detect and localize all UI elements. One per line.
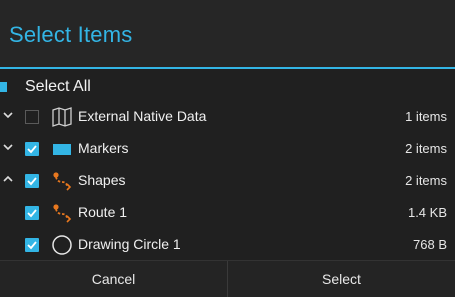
check-icon bbox=[27, 145, 37, 154]
list-item-drawing-circle-1[interactable]: Drawing Circle 1 768 B bbox=[0, 229, 455, 261]
select-all-label: Select All bbox=[25, 78, 91, 95]
item-checkbox[interactable] bbox=[25, 142, 39, 156]
select-items-dialog: Select Items Select All External Native … bbox=[0, 0, 455, 297]
chevron-down-icon[interactable] bbox=[3, 110, 13, 120]
item-size: 1.4 KB bbox=[407, 205, 447, 220]
item-checkbox[interactable] bbox=[25, 206, 39, 220]
dialog-title: Select Items bbox=[9, 22, 133, 47]
select-all-row[interactable]: Select All bbox=[0, 74, 455, 100]
check-icon bbox=[27, 209, 37, 218]
item-size: 2 items bbox=[405, 141, 447, 156]
item-checkbox[interactable] bbox=[25, 238, 39, 252]
dialog-button-bar: Cancel Select bbox=[0, 260, 455, 297]
list-item-route-1[interactable]: Route 1 1.4 KB bbox=[0, 197, 455, 229]
check-icon bbox=[27, 177, 37, 186]
item-label: Shapes bbox=[78, 172, 126, 188]
marker-rect-icon bbox=[53, 144, 71, 155]
route-icon bbox=[53, 204, 72, 223]
item-label: External Native Data bbox=[78, 108, 207, 124]
select-all-checkbox[interactable] bbox=[0, 82, 7, 92]
chevron-down-icon[interactable] bbox=[3, 142, 13, 152]
list-item-external-native-data[interactable]: External Native Data 1 items bbox=[0, 101, 455, 133]
item-label: Route 1 bbox=[78, 204, 128, 220]
title-divider bbox=[0, 67, 455, 69]
cancel-button[interactable]: Cancel bbox=[0, 261, 227, 297]
item-checkbox[interactable] bbox=[25, 174, 39, 188]
item-size: 1 items bbox=[405, 109, 447, 124]
dialog-header: Select Items bbox=[0, 0, 455, 68]
list-item-shapes[interactable]: Shapes 2 items bbox=[0, 165, 455, 197]
check-icon bbox=[27, 241, 37, 250]
route-icon bbox=[53, 172, 72, 191]
item-size: 2 items bbox=[405, 173, 447, 188]
list-item-markers[interactable]: Markers 2 items bbox=[0, 133, 455, 165]
select-button[interactable]: Select bbox=[228, 261, 455, 297]
map-icon bbox=[52, 107, 72, 127]
item-size: 768 B bbox=[413, 237, 447, 252]
item-label: Drawing Circle 1 bbox=[78, 236, 181, 252]
item-checkbox[interactable] bbox=[25, 110, 39, 124]
circle-icon bbox=[52, 235, 72, 255]
item-label: Markers bbox=[78, 140, 129, 156]
chevron-up-icon[interactable] bbox=[3, 174, 13, 184]
